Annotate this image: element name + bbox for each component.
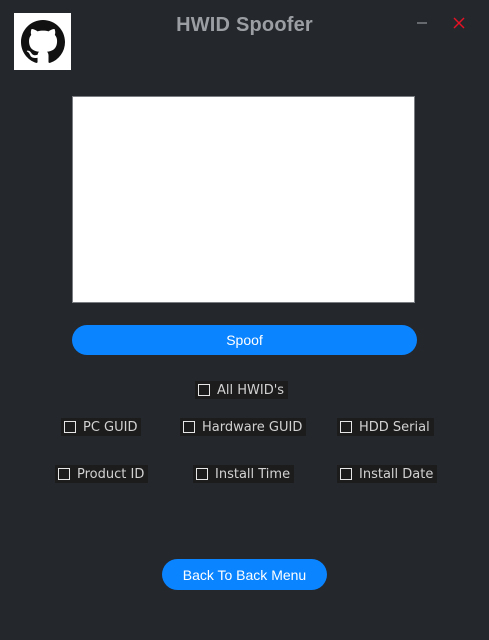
- minimize-icon: [417, 22, 427, 24]
- hdd-serial-checkbox[interactable]: HDD Serial: [337, 418, 434, 436]
- checkbox-label: HDD Serial: [359, 419, 430, 435]
- spoof-button[interactable]: Spoof: [72, 325, 417, 355]
- pc-guid-checkbox[interactable]: PC GUID: [61, 418, 142, 436]
- checkbox-box[interactable]: [340, 421, 352, 433]
- install-time-checkbox[interactable]: Install Time: [193, 465, 295, 483]
- checkbox-box[interactable]: [64, 421, 76, 433]
- checkbox-box[interactable]: [198, 384, 210, 396]
- checkbox-box[interactable]: [340, 468, 352, 480]
- minimize-button[interactable]: [411, 12, 433, 34]
- close-button[interactable]: [448, 12, 470, 34]
- install-date-checkbox[interactable]: Install Date: [337, 465, 438, 483]
- checkbox-box[interactable]: [58, 468, 70, 480]
- checkbox-label: Install Time: [215, 466, 291, 482]
- product-id-checkbox[interactable]: Product ID: [55, 465, 149, 483]
- checkbox-label: Install Date: [359, 466, 434, 482]
- checkbox-label: Product ID: [77, 466, 145, 482]
- close-icon: [453, 17, 465, 29]
- all-hwids-checkbox[interactable]: All HWID's: [195, 381, 289, 399]
- back-to-menu-button[interactable]: Back To Back Menu: [162, 559, 327, 590]
- checkbox-box[interactable]: [183, 421, 195, 433]
- checkbox-label: Hardware GUID: [202, 419, 303, 435]
- app-window: HWID Spoofer Spoof All HWID's PC GUID Ha…: [0, 0, 489, 640]
- hardware-guid-checkbox[interactable]: Hardware GUID: [180, 418, 307, 436]
- checkbox-label: PC GUID: [83, 419, 138, 435]
- output-textbox[interactable]: [72, 96, 415, 303]
- checkbox-label: All HWID's: [217, 382, 285, 398]
- checkbox-box[interactable]: [196, 468, 208, 480]
